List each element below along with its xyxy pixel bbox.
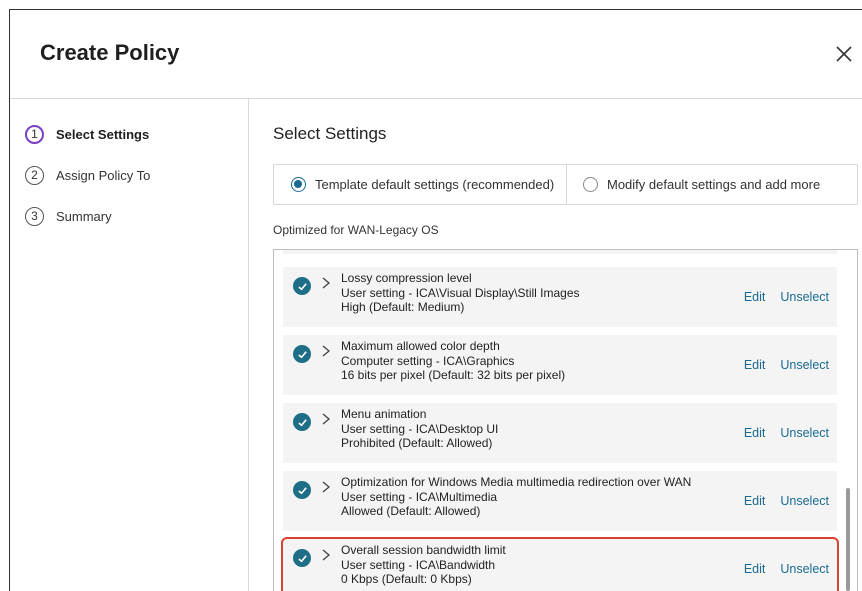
- setting-value: Prohibited (Default: Allowed): [341, 436, 493, 450]
- setting-name: Maximum allowed color depth: [341, 339, 500, 353]
- setting-value: Allowed (Default: Allowed): [341, 504, 481, 518]
- list-item: Lossy compression level User setting - I…: [283, 267, 837, 327]
- edit-link[interactable]: Edit: [744, 358, 766, 372]
- setting-actions: Edit Unselect: [744, 494, 829, 508]
- setting-path: User setting - ICA\Multimedia: [341, 489, 498, 504]
- setting-name: Lossy compression level: [341, 271, 472, 285]
- setting-name: Menu animation: [341, 407, 427, 421]
- setting-value: High (Default: Medium): [341, 300, 465, 314]
- step-number: 1: [25, 124, 44, 144]
- setting-details: Menu animation User setting - ICA\Deskto…: [341, 407, 498, 451]
- wizard-steps: 1 Select Settings 2 Assign Policy To 3 S…: [25, 124, 150, 247]
- settings-list[interactable]: Lossy compression level User setting - I…: [273, 249, 858, 591]
- setting-value: 16 bits per pixel (Default: 32 bits per …: [341, 368, 566, 382]
- chevron-right-icon[interactable]: [321, 412, 333, 428]
- sidebar-divider: [248, 99, 249, 591]
- setting-path: User setting - ICA\Bandwidth: [341, 557, 496, 572]
- step-label: Summary: [56, 208, 112, 224]
- radio-modify-default[interactable]: Modify default settings and add more: [567, 165, 857, 204]
- edit-link[interactable]: Edit: [744, 494, 766, 508]
- setting-actions: Edit Unselect: [744, 358, 829, 372]
- unselect-link[interactable]: Unselect: [780, 426, 829, 440]
- step-select-settings[interactable]: 1 Select Settings: [25, 124, 150, 144]
- checkmark-icon[interactable]: [293, 481, 311, 499]
- radio-checked-icon: [291, 177, 306, 192]
- close-icon: [836, 46, 852, 62]
- chevron-right-icon[interactable]: [321, 480, 333, 496]
- create-policy-dialog: Create Policy 1 Select Settings 2 Assign…: [0, 0, 862, 591]
- edit-link[interactable]: Edit: [744, 290, 766, 304]
- dialog-border: [9, 9, 10, 591]
- setting-details: Overall session bandwidth limit User set…: [341, 543, 506, 587]
- step-number: 2: [25, 165, 44, 185]
- radio-unchecked-icon: [583, 177, 598, 192]
- checkmark-icon[interactable]: [293, 277, 311, 295]
- setting-path: User setting - ICA\Visual Display\Still …: [341, 285, 580, 300]
- list-item-partial: [283, 250, 837, 254]
- list-item: Maximum allowed color depth Computer set…: [283, 335, 837, 395]
- setting-name: Overall session bandwidth limit: [341, 543, 506, 557]
- setting-actions: Edit Unselect: [744, 562, 829, 576]
- optimized-for-label: Optimized for WAN-Legacy OS: [273, 223, 439, 237]
- checkmark-icon[interactable]: [293, 345, 311, 363]
- checkmark-icon[interactable]: [293, 549, 311, 567]
- edit-link[interactable]: Edit: [744, 426, 766, 440]
- dialog-title: Create Policy: [40, 40, 180, 65]
- list-item: Menu animation User setting - ICA\Deskto…: [283, 403, 837, 463]
- step-assign-policy[interactable]: 2 Assign Policy To: [25, 165, 150, 185]
- header-divider: [10, 98, 862, 99]
- chevron-right-icon[interactable]: [321, 344, 333, 360]
- list-item-highlighted: Overall session bandwidth limit User set…: [281, 537, 839, 591]
- unselect-link[interactable]: Unselect: [780, 494, 829, 508]
- unselect-link[interactable]: Unselect: [780, 562, 829, 576]
- dialog-border: [9, 9, 862, 10]
- chevron-right-icon[interactable]: [321, 548, 333, 564]
- setting-name: Optimization for Windows Media multimedi…: [341, 475, 692, 489]
- setting-path: User setting - ICA\Desktop UI: [341, 421, 499, 436]
- checkmark-icon[interactable]: [293, 413, 311, 431]
- unselect-link[interactable]: Unselect: [780, 358, 829, 372]
- setting-details: Maximum allowed color depth Computer set…: [341, 339, 565, 383]
- radio-template-default[interactable]: Template default settings (recommended): [274, 165, 567, 204]
- step-number: 3: [25, 206, 44, 226]
- section-title: Select Settings: [273, 124, 387, 143]
- setting-path: Computer setting - ICA\Graphics: [341, 353, 515, 368]
- setting-details: Lossy compression level User setting - I…: [341, 271, 580, 315]
- step-label: Select Settings: [56, 126, 150, 142]
- unselect-link[interactable]: Unselect: [780, 290, 829, 304]
- radio-label: Template default settings (recommended): [315, 177, 555, 192]
- chevron-right-icon[interactable]: [321, 276, 333, 292]
- list-item: Optimization for Windows Media multimedi…: [283, 471, 837, 531]
- step-label: Assign Policy To: [56, 167, 151, 183]
- setting-actions: Edit Unselect: [744, 290, 829, 304]
- setting-actions: Edit Unselect: [744, 426, 829, 440]
- setting-value: 0 Kbps (Default: 0 Kbps): [341, 572, 472, 586]
- step-summary[interactable]: 3 Summary: [25, 206, 150, 226]
- list-scrollbar[interactable]: [846, 488, 850, 591]
- edit-link[interactable]: Edit: [744, 562, 766, 576]
- radio-label: Modify default settings and add more: [607, 177, 821, 192]
- settings-mode-radio-group: Template default settings (recommended) …: [273, 164, 858, 205]
- close-button[interactable]: [834, 44, 854, 64]
- setting-details: Optimization for Windows Media multimedi…: [341, 475, 691, 519]
